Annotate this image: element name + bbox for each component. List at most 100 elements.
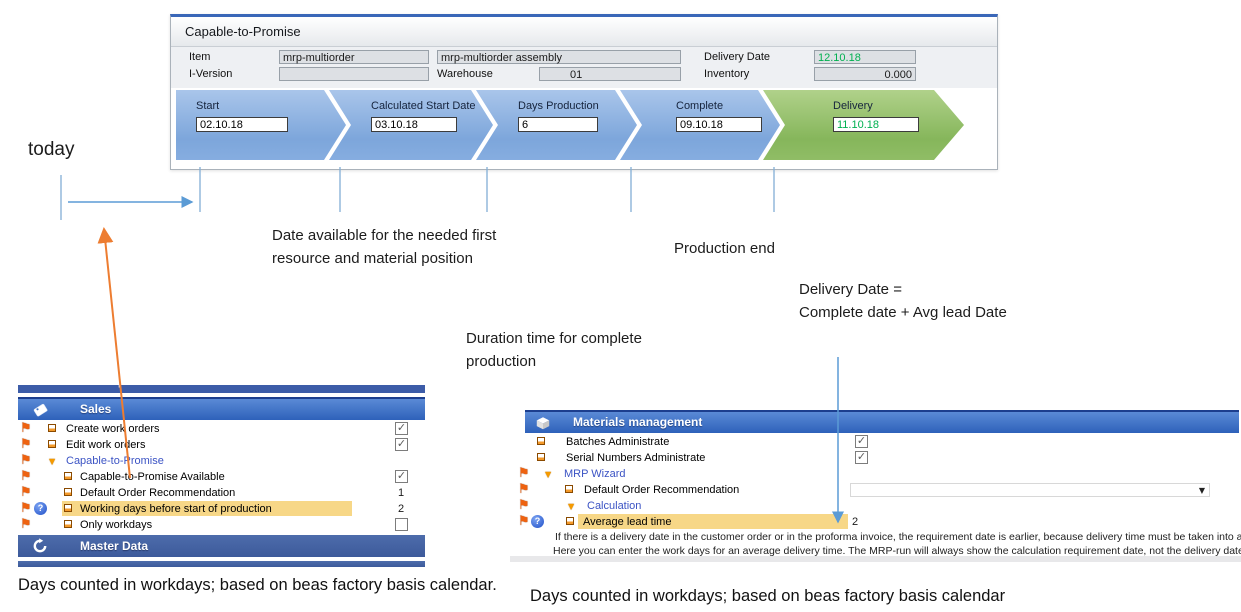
- batches-administrate-checkbox[interactable]: ✓: [855, 435, 868, 448]
- chevron-calculated-start-label: Calculated Start Date: [371, 100, 476, 112]
- iversion-field[interactable]: [279, 67, 429, 81]
- tree-group-label[interactable]: Calculation: [587, 498, 641, 514]
- row-capable-to-promise-available: ⚑ Capable-to-Promise Available ✓: [18, 469, 425, 485]
- date-available-annotation: Date available for the needed first reso…: [272, 224, 510, 271]
- setting-bullet-icon: [537, 437, 545, 445]
- row-serial-numbers-administrate: Serial Numbers Administrate ✓: [510, 450, 1241, 466]
- master-data-section-title: Master Data: [80, 535, 148, 557]
- average-lead-time-value[interactable]: 2: [848, 515, 1192, 529]
- default-order-recommendation-value[interactable]: 1: [394, 486, 425, 500]
- tree-group-label[interactable]: MRP Wizard: [564, 466, 626, 482]
- chevron-complete-label: Complete: [676, 100, 723, 112]
- item-field[interactable]: mrp-multiorder: [279, 50, 429, 64]
- slide-canvas: Capable-to-Promise Item mrp-multiorder m…: [0, 0, 1241, 612]
- flag-icon: ⚑: [518, 498, 530, 513]
- flag-icon: ⚑: [20, 485, 32, 500]
- sales-settings-panel: Business partner Sales ⚑ Create work ord…: [18, 385, 425, 567]
- expander-icon[interactable]: ▼: [49, 454, 55, 470]
- note-line-1: If there is a delivery date in the custo…: [555, 531, 1241, 543]
- setting-label: Create work orders: [66, 421, 160, 437]
- default-order-recommendation-dropdown[interactable]: ▼: [850, 483, 1210, 497]
- setting-bullet-icon: [64, 472, 72, 480]
- expander-icon[interactable]: ▼: [568, 499, 574, 515]
- materials-section-title: Materials management: [573, 412, 702, 433]
- working-days-before-start-value[interactable]: 2: [394, 502, 425, 516]
- chevron-complete-input[interactable]: 09.10.18: [676, 117, 762, 132]
- row-create-work-orders: ⚑ Create work orders ✓: [18, 421, 425, 437]
- duration-annotation: Duration time for complete production: [466, 328, 686, 373]
- sales-section-title: Sales: [80, 399, 111, 420]
- delivery-date-field[interactable]: 12.10.18: [814, 50, 916, 64]
- row-mrp-wizard-group: ⚑ ▼ MRP Wizard: [510, 466, 1241, 482]
- chevron-start: Start 02.10.18: [176, 90, 346, 160]
- delivery-date-formula-annotation: Delivery Date = Complete date + Avg lead…: [799, 279, 1007, 324]
- capable-to-promise-window: Capable-to-Promise Item mrp-multiorder m…: [170, 14, 998, 170]
- setting-bullet-icon: [565, 485, 573, 493]
- next-section-sliver: [18, 561, 425, 567]
- setting-bullet-icon: [64, 488, 72, 496]
- only-workdays-checkbox[interactable]: [395, 518, 408, 531]
- today-annotation: today: [28, 139, 74, 161]
- flag-icon: ⚑: [518, 466, 530, 481]
- setting-bullet-icon: [64, 504, 72, 512]
- item-label: Item: [189, 50, 210, 64]
- create-work-orders-checkbox[interactable]: ✓: [395, 422, 408, 435]
- chevron-start-input[interactable]: 02.10.18: [196, 117, 288, 132]
- capable-to-promise-available-checkbox[interactable]: ✓: [395, 470, 408, 483]
- flag-icon: ⚑: [518, 482, 530, 497]
- warehouse-field[interactable]: 01: [539, 67, 681, 81]
- sales-section-header[interactable]: Sales: [18, 397, 425, 420]
- setting-label: Default Order Recommendation: [584, 482, 739, 498]
- materials-settings-panel: Materials management Batches Administrat…: [510, 406, 1241, 562]
- chevron-calculated-start-input[interactable]: 03.10.18: [371, 117, 457, 132]
- materials-section-header[interactable]: Materials management: [525, 410, 1239, 433]
- package-icon: [534, 415, 552, 431]
- chevron-flow: Start 02.10.18 Calculated Start Date 03.…: [171, 90, 997, 160]
- flag-icon: ⚑: [518, 514, 530, 529]
- setting-label: Default Order Recommendation: [80, 485, 235, 501]
- warehouse-label: Warehouse: [437, 67, 493, 81]
- production-end-annotation: Production end: [674, 240, 775, 257]
- delivery-date-formula-line2: Complete date + Avg lead Date: [799, 302, 1007, 325]
- row-default-order-recommendation: ⚑ Default Order Recommendation 1: [18, 485, 425, 501]
- row-average-lead-time: ⚑ ? Average lead time 2: [510, 514, 1241, 530]
- inventory-field[interactable]: 0.000: [814, 67, 916, 81]
- item-description-field[interactable]: mrp-multiorder assembly: [437, 50, 681, 64]
- chevron-days-production-input[interactable]: 6: [518, 117, 598, 132]
- flag-icon: ⚑: [20, 501, 32, 516]
- edit-work-orders-checkbox[interactable]: ✓: [395, 438, 408, 451]
- dropdown-arrow-icon: ▼: [1199, 486, 1205, 496]
- chevron-days-production: Days Production 6: [476, 90, 637, 160]
- chevron-calculated-start: Calculated Start Date 03.10.18: [329, 90, 493, 160]
- flag-icon: ⚑: [20, 469, 32, 484]
- expander-icon[interactable]: ▼: [545, 467, 551, 483]
- setting-bullet-icon: [48, 440, 56, 448]
- row-batches-administrate: Batches Administrate ✓: [510, 434, 1241, 450]
- flag-icon: ⚑: [20, 421, 32, 436]
- clipped-section-label: Business partner: [66, 385, 156, 388]
- chevron-delivery-label: Delivery: [833, 100, 873, 112]
- row-default-order-recommendation-mm: ⚑ Default Order Recommendation ▼: [510, 482, 1241, 498]
- row-only-workdays: ⚑ Only workdays: [18, 517, 425, 533]
- delivery-date-formula-line1: Delivery Date =: [799, 279, 1007, 302]
- row-working-days-before-start: ⚑ ? Working days before start of product…: [18, 501, 425, 517]
- refresh-icon: [32, 538, 48, 554]
- help-icon[interactable]: ?: [34, 502, 47, 515]
- window-form: Item mrp-multiorder mrp-multiorder assem…: [171, 47, 997, 88]
- chevron-complete: Complete 09.10.18: [620, 90, 780, 160]
- setting-label: Only workdays: [80, 517, 152, 533]
- master-data-section-header[interactable]: Master Data: [18, 535, 425, 557]
- serial-numbers-administrate-checkbox[interactable]: ✓: [855, 451, 868, 464]
- setting-label: Capable-to-Promise Available: [80, 469, 225, 485]
- flag-icon: ⚑: [20, 453, 32, 468]
- flag-icon: ⚑: [20, 517, 32, 532]
- row-capable-to-promise-group: ⚑ ▼ Capable-to-Promise: [18, 453, 425, 469]
- chevron-delivery-input[interactable]: 11.10.18: [833, 117, 919, 132]
- row-calculation-group: ⚑ ▼ Calculation: [510, 498, 1241, 514]
- caption-right: Days counted in workdays; based on beas …: [530, 587, 1005, 606]
- tree-group-label[interactable]: Capable-to-Promise: [66, 453, 164, 469]
- delivery-date-label: Delivery Date: [704, 50, 770, 64]
- help-icon[interactable]: ?: [531, 515, 544, 528]
- setting-label: Edit work orders: [66, 437, 145, 453]
- caption-left: Days counted in workdays; based on beas …: [18, 576, 497, 595]
